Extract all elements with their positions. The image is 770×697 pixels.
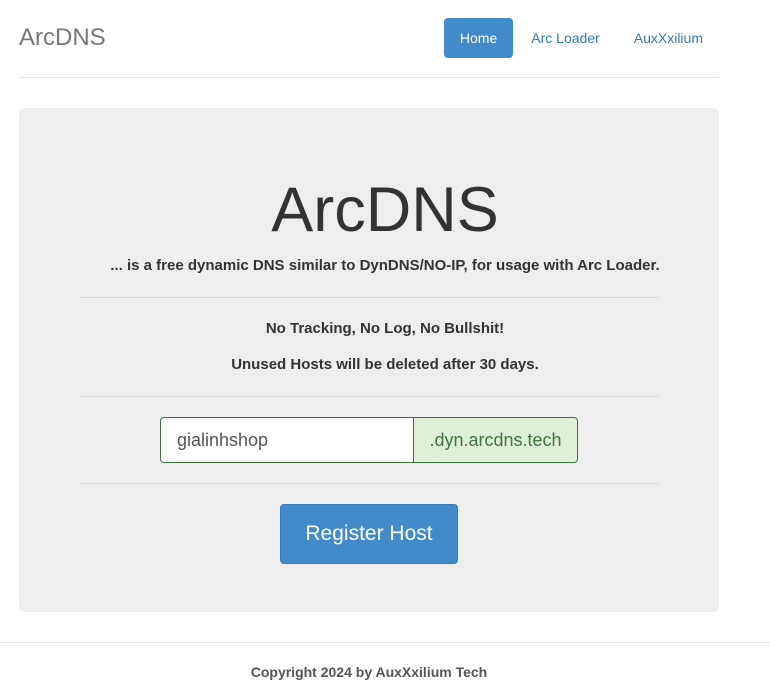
hostname-input[interactable] <box>160 417 413 463</box>
retention-text: Unused Hosts will be deleted after 30 da… <box>231 356 539 373</box>
host-input-group: .dyn.arcdns.tech <box>160 417 578 463</box>
footer-divider <box>0 642 770 643</box>
header: ArcDNS Home Arc Loader AuxXxilium <box>18 0 719 78</box>
nav-home[interactable]: Home <box>443 18 514 58</box>
page-title: ArcDNS <box>271 175 499 245</box>
brand-logo[interactable]: ArcDNS <box>19 24 106 52</box>
divider <box>79 396 659 397</box>
footer-copyright: Copyright 2024 by AuxXxilium Tech <box>250 664 488 680</box>
register-host-button[interactable]: Register Host <box>280 504 458 564</box>
nav: Home Arc Loader AuxXxilium <box>443 18 719 58</box>
nav-auxxxilium[interactable]: AuxXxilium <box>618 18 719 58</box>
divider <box>79 297 659 298</box>
lead-text: ... is a free dynamic DNS similar to Dyn… <box>110 257 660 274</box>
domain-suffix: .dyn.arcdns.tech <box>413 417 578 463</box>
privacy-text: No Tracking, No Log, No Bullshit! <box>265 320 505 337</box>
divider <box>79 483 659 484</box>
nav-arc-loader[interactable]: Arc Loader <box>515 18 615 58</box>
